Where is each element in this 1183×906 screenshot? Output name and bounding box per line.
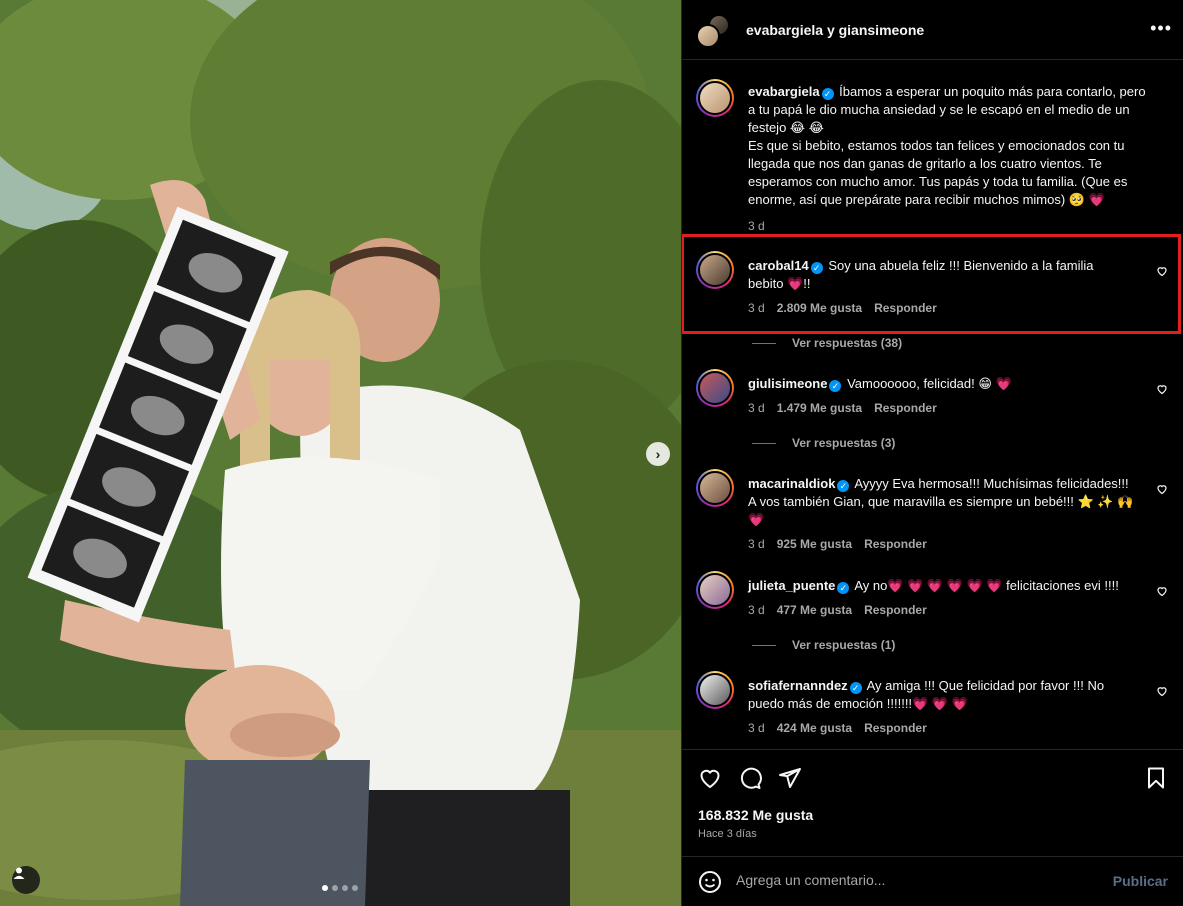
- view-replies-button[interactable]: Ver respuestas (38): [752, 336, 902, 350]
- more-horizontal-icon[interactable]: •••: [1150, 18, 1172, 39]
- view-replies-label: Ver respuestas (38): [792, 336, 903, 350]
- carousel-dots: [322, 885, 358, 891]
- reply-button[interactable]: Responder: [864, 603, 927, 617]
- like-comment-heart-icon[interactable]: [1156, 483, 1168, 495]
- comment-time: 3 d: [748, 721, 765, 735]
- view-replies-label: Ver respuestas (3): [792, 436, 896, 450]
- comment-username[interactable]: julieta_puente: [748, 578, 835, 593]
- comment-text: macarinaldiok ✓ Ayyyy Eva hermosa!!! Much…: [748, 475, 1138, 529]
- comment-time: 3 d: [748, 603, 765, 617]
- user-icon: [13, 867, 25, 879]
- caption-body-2: Es que si bebito, estamos todos tan feli…: [748, 138, 1128, 207]
- next-photo-button[interactable]: ›: [646, 442, 670, 466]
- comment-text: julieta_puente ✓ Ay no💗 💗 💗 💗 💗 💗 felicit…: [748, 577, 1148, 595]
- likes-count[interactable]: 168.832 Me gusta: [698, 807, 813, 823]
- verified-icon: ✓: [849, 682, 862, 694]
- divider: [752, 442, 776, 444]
- avatar[interactable]: [696, 369, 734, 407]
- like-comment-heart-icon[interactable]: [1156, 383, 1168, 395]
- divider: [752, 342, 776, 344]
- comment-meta: 3 d 1.479 Me gusta Responder: [748, 401, 937, 415]
- comment-likes[interactable]: 1.479 Me gusta: [777, 401, 862, 415]
- bookmark-icon[interactable]: [1144, 766, 1168, 790]
- photo-illustration: [0, 0, 681, 906]
- view-replies-button[interactable]: Ver respuestas (1): [752, 638, 895, 652]
- avatar[interactable]: [696, 571, 734, 609]
- post-photo: ›: [0, 0, 681, 906]
- comment-text: giulisimeone ✓ Vamoooooo, felicidad! 😁 💗: [748, 375, 1148, 393]
- heart-icon[interactable]: [698, 766, 722, 790]
- comment-username[interactable]: sofiafernanndez: [748, 678, 848, 693]
- avatar[interactable]: [696, 251, 734, 289]
- view-replies-button[interactable]: Ver respuestas (3): [752, 436, 895, 450]
- comment-icon[interactable]: [738, 766, 762, 790]
- collab-avatars[interactable]: [696, 14, 730, 48]
- emoji-icon[interactable]: [698, 870, 722, 894]
- like-comment-heart-icon[interactable]: [1156, 265, 1168, 277]
- comment-body: Ay no💗 💗 💗 💗 💗 💗 felicitaciones evi !!!!: [851, 578, 1119, 593]
- like-comment-heart-icon[interactable]: [1156, 585, 1168, 597]
- divider: [752, 644, 776, 646]
- avatar: [696, 24, 720, 48]
- comments-list[interactable]: evabargiela ✓ Íbamos a esperar un poquito…: [682, 61, 1183, 749]
- comment-time: 3 d: [748, 537, 765, 551]
- chevron-right-icon: ›: [655, 446, 661, 462]
- caption-time: 3 d: [748, 219, 765, 233]
- post-header: evabargiela y giansimeone •••: [682, 0, 1183, 60]
- comment-username[interactable]: macarinaldiok: [748, 476, 835, 491]
- verified-icon: ✓: [821, 88, 834, 100]
- avatar[interactable]: [696, 469, 734, 507]
- comment-body: Vamoooooo, felicidad! 😁 💗: [843, 376, 1012, 391]
- comment-likes[interactable]: 2.809 Me gusta: [777, 301, 862, 315]
- caption-meta: 3 d: [748, 219, 765, 233]
- view-replies-label: Ver respuestas (1): [792, 638, 896, 652]
- comment-meta: 3 d 477 Me gusta Responder: [748, 603, 927, 617]
- verified-icon: ✓: [837, 582, 850, 594]
- like-comment-heart-icon[interactable]: [1156, 685, 1168, 697]
- comment-meta: 3 d 2.809 Me gusta Responder: [748, 301, 937, 315]
- reply-button[interactable]: Responder: [874, 401, 937, 415]
- comment-likes[interactable]: 925 Me gusta: [777, 537, 852, 551]
- carousel-dot: [322, 885, 328, 891]
- post-comment-button[interactable]: Publicar: [1113, 873, 1168, 889]
- comment-time: 3 d: [748, 401, 765, 415]
- carousel-dot: [342, 885, 348, 891]
- post-details-panel: evabargiela y giansimeone ••• evabargiel…: [681, 0, 1183, 906]
- caption-text: evabargiela ✓ Íbamos a esperar un poquito…: [748, 83, 1148, 209]
- verified-icon: ✓: [810, 262, 823, 274]
- comment-likes[interactable]: 477 Me gusta: [777, 603, 852, 617]
- reply-button[interactable]: Responder: [864, 537, 927, 551]
- comment-text: carobal14 ✓ Soy una abuela feliz !!! Bien…: [748, 257, 1128, 293]
- carousel-dot: [352, 885, 358, 891]
- avatar[interactable]: [696, 671, 734, 709]
- post-authors[interactable]: evabargiela y giansimeone: [746, 22, 924, 38]
- comment-text: sofiafernanndez ✓ Ay amiga !!! Que felici…: [748, 677, 1138, 713]
- reply-button[interactable]: Responder: [874, 301, 937, 315]
- carousel-dot: [332, 885, 338, 891]
- tagged-users-button[interactable]: [12, 866, 40, 894]
- caption-username[interactable]: evabargiela: [748, 84, 820, 99]
- post-actions: 168.832 Me gusta Hace 3 días Publicar: [682, 749, 1183, 905]
- comment-input[interactable]: [736, 872, 1096, 888]
- comment-username[interactable]: carobal14: [748, 258, 809, 273]
- post-date: Hace 3 días: [698, 828, 757, 840]
- comment-meta: 3 d 925 Me gusta Responder: [748, 537, 927, 551]
- reply-button[interactable]: Responder: [864, 721, 927, 735]
- verified-icon: ✓: [837, 480, 850, 492]
- avatar[interactable]: [696, 79, 734, 117]
- comment-username[interactable]: giulisimeone: [748, 376, 827, 391]
- comment-likes[interactable]: 424 Me gusta: [777, 721, 852, 735]
- verified-icon: ✓: [829, 380, 842, 392]
- comment-time: 3 d: [748, 301, 765, 315]
- comment-meta: 3 d 424 Me gusta Responder: [748, 721, 927, 735]
- add-comment-bar: Publicar: [682, 856, 1183, 906]
- share-icon[interactable]: [778, 766, 802, 790]
